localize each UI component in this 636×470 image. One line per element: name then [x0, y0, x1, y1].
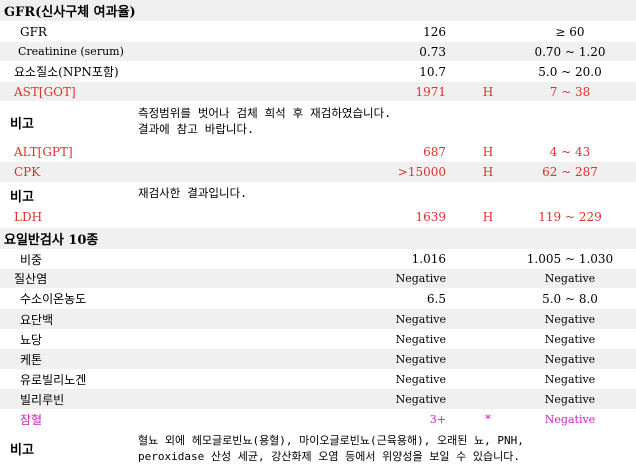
test-value: Negative [395, 372, 446, 386]
test-flag: H [482, 165, 494, 179]
test-flag: H [482, 84, 494, 99]
test-name: Creatinine (serum) [18, 45, 124, 58]
result-row-cpk: CPK >15000 H 62 ~ 287 [0, 162, 636, 182]
test-name: 케톤 [20, 352, 43, 367]
result-row-ldh: LDH 1639 H 119 ~ 229 [0, 206, 636, 228]
reference-range: 0.70 ~ 1.20 [534, 44, 606, 59]
result-row-specific-gravity: 비중 1.016 1.005 ~ 1.030 [0, 249, 636, 269]
reference-range: 5.0 ~ 20.0 [538, 64, 602, 79]
reference-range: 1.005 ~ 1.030 [526, 252, 614, 266]
test-value: 1.016 [411, 252, 446, 266]
test-value: Negative [395, 332, 446, 346]
result-row-bun: 요소질소(NPN포함) 10.7 5.0 ~ 20.0 [0, 61, 636, 82]
result-row-ph: 수소이온농도 6.5 5.0 ~ 8.0 [0, 288, 636, 309]
reference-range: Negative [544, 392, 596, 406]
note-row-2: 비고 재검사한 결과입니다. [0, 182, 636, 206]
reference-range: 119 ~ 229 [538, 210, 602, 224]
test-name: 비중 [20, 252, 43, 267]
test-value: 0.73 [419, 44, 446, 59]
note-text: 재검사한 결과입니다. [138, 186, 248, 200]
test-flag: H [482, 210, 494, 224]
reference-range: Negative [544, 372, 596, 386]
result-row-alt: ALT[GPT] 687 H 4 ~ 43 [0, 141, 636, 162]
result-row-nitrite: 질산염 Negative Negative [0, 269, 636, 288]
test-name: 뇨당 [20, 332, 43, 347]
lab-results-sheet: GFR(신사구체 여과율) GFR 126 ≥ 60 Creatinine (s… [0, 0, 636, 470]
test-name: 유로빌리노겐 [20, 372, 87, 387]
section-title-gfr: GFR(신사구체 여과율) [0, 0, 636, 21]
note-row-3: 비고 혈뇨 외에 헤모글로빈뇨(용혈), 마이오글로빈뇨(근육용해), 오래된 … [0, 429, 636, 470]
test-value: 10.7 [419, 64, 446, 79]
test-value: 1971 [415, 84, 446, 99]
reference-range: Negative [544, 312, 596, 326]
note-text: 측정범위를 벗어나 검체 희석 후 재검하였습니다. [138, 106, 392, 120]
reference-range: 7 ~ 38 [549, 84, 591, 99]
test-value: Negative [395, 392, 446, 406]
reference-range: Negative [544, 412, 596, 426]
test-value: 1639 [415, 210, 446, 224]
test-value: Negative [395, 312, 446, 326]
section-title-gfr-text: GFR(신사구체 여과율) [4, 5, 136, 20]
test-name: 수소이온농도 [20, 292, 87, 306]
test-name: 요단백 [20, 312, 54, 327]
test-name: LDH [14, 210, 43, 224]
test-value: 126 [423, 24, 446, 39]
test-value: 3+ [429, 412, 446, 426]
test-name: 질산염 [14, 272, 48, 286]
result-row-ketone: 케톤 Negative Negative [0, 349, 636, 369]
test-value: Negative [395, 272, 446, 285]
note-label: 비고 [10, 190, 34, 205]
result-row-occult-blood: 잠혈 3+ * Negative [0, 409, 636, 429]
test-name: AST[GOT] [14, 84, 76, 99]
test-name: GFR [20, 24, 47, 39]
note-text: 혈뇨 외에 헤모글로빈뇨(용혈), 마이오글로빈뇨(근육용해), 오래된 뇨, … [138, 434, 524, 447]
test-name: 잠혈 [20, 412, 43, 427]
test-flag: H [482, 144, 494, 159]
test-value: >15000 [397, 165, 446, 179]
result-row-glucose: 뇨당 Negative Negative [0, 329, 636, 349]
reference-range: 4 ~ 43 [549, 144, 591, 159]
result-row-creatinine: Creatinine (serum) 0.73 0.70 ~ 1.20 [0, 42, 636, 61]
note-text: peroxidase 산성 세균, 강산화제 오염 등에서 위양성을 보일 수 … [138, 450, 520, 463]
reference-range: ≥ 60 [555, 24, 585, 39]
test-value: 6.5 [426, 291, 446, 306]
result-row-urobilinogen: 유로빌리노겐 Negative Negative [0, 369, 636, 389]
note-label: 비고 [10, 443, 34, 458]
test-flag: * [485, 412, 491, 426]
test-name: 요소질소(NPN포함) [14, 65, 119, 79]
result-row-gfr: GFR 126 ≥ 60 [0, 21, 636, 42]
test-name: ALT[GPT] [14, 144, 73, 159]
result-row-ast: AST[GOT] 1971 H 7 ~ 38 [0, 82, 636, 101]
note-label: 비고 [10, 117, 34, 132]
section-title-urine-text: 요일반검사 10종 [4, 233, 99, 248]
reference-range: Negative [544, 332, 596, 346]
test-value: Negative [395, 352, 446, 366]
reference-range: 5.0 ~ 8.0 [542, 291, 598, 306]
reference-range: 62 ~ 287 [542, 165, 598, 179]
section-title-urine: 요일반검사 10종 [0, 228, 636, 249]
result-row-bilirubin: 빌리루빈 Negative Negative [0, 389, 636, 409]
test-name: 빌리루빈 [20, 392, 65, 407]
reference-range: Negative [544, 352, 596, 366]
note-text: 결과에 참고 바랍니다. [138, 122, 254, 136]
test-value: 687 [423, 144, 446, 159]
note-row-1: 비고 측정범위를 벗어나 검체 희석 후 재검하였습니다. 결과에 참고 바랍니… [0, 101, 636, 141]
test-name: CPK [14, 165, 41, 179]
reference-range: Negative [544, 272, 596, 285]
result-row-protein: 요단백 Negative Negative [0, 309, 636, 329]
